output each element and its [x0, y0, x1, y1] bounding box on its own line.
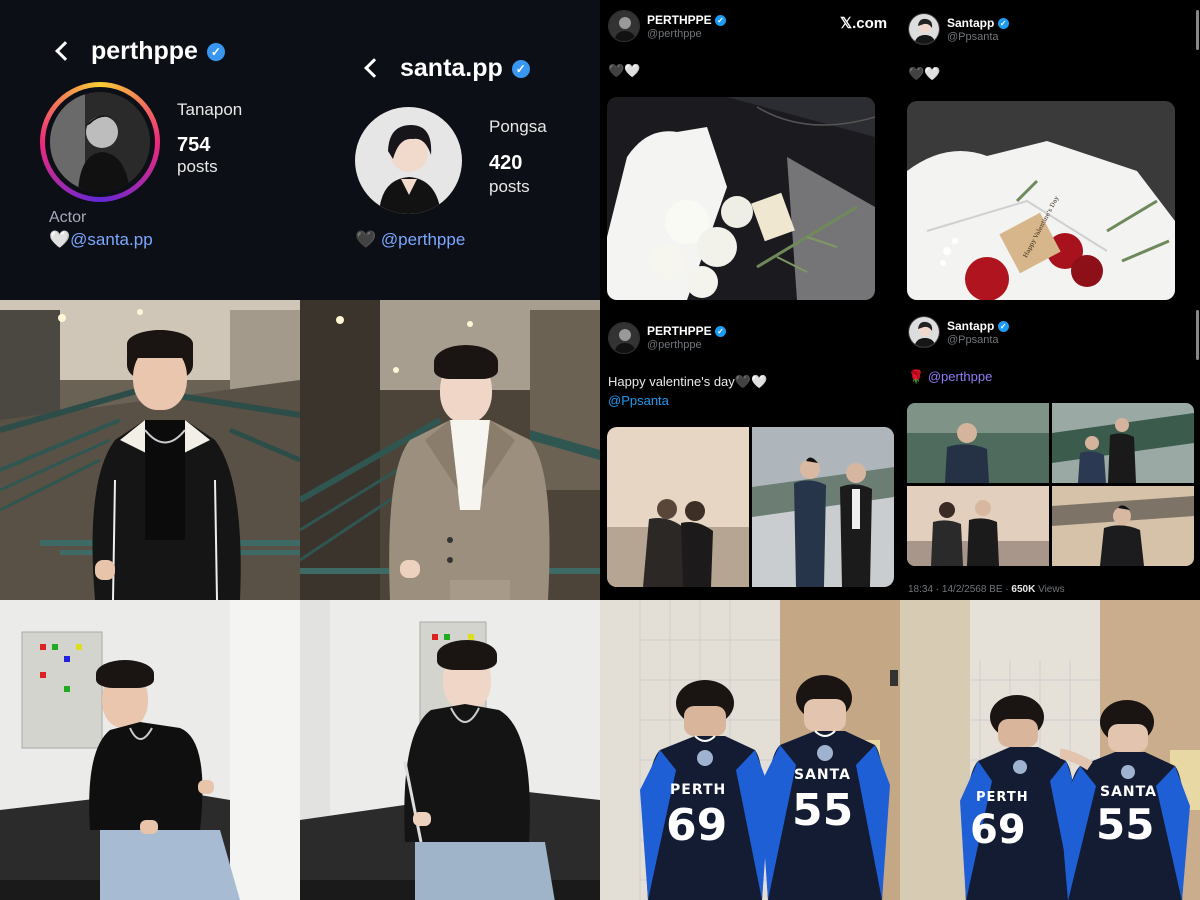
scrollbar[interactable]	[1196, 310, 1199, 360]
ig-profile-santapp: santa.pp ✓ Pongsa 420 posts 🖤 @perthppe	[300, 0, 600, 300]
person-perth	[80, 660, 250, 900]
jersey-name: PERTH	[976, 790, 1029, 805]
x-post-santapp: Santapp ✓ @Ppsanta 🖤🤍 Happy Valentine's …	[900, 0, 1200, 600]
handle: @Ppsanta	[947, 31, 999, 43]
person-santa-jersey: SANTA 55	[1060, 700, 1190, 900]
mention-link[interactable]: @Ppsanta	[608, 393, 669, 408]
profile-username: santa.pp ✓	[400, 54, 530, 83]
avatar[interactable]	[908, 316, 940, 348]
post-image-4[interactable]	[1052, 486, 1194, 566]
post-image-1[interactable]	[907, 403, 1049, 483]
bio-mention-line: 🖤 @perthppe	[355, 230, 465, 250]
jersey-number: 69	[970, 807, 1026, 853]
post-image-2[interactable]	[1052, 403, 1194, 483]
handle: @Ppsanta	[947, 334, 999, 346]
post-image-flowers[interactable]	[607, 97, 875, 300]
avatar[interactable]	[50, 92, 150, 192]
back-chevron-icon[interactable]	[364, 58, 384, 78]
person-perth	[75, 330, 255, 600]
mention-link[interactable]: @perthppe	[381, 230, 465, 249]
bio-text: Actor	[49, 209, 87, 226]
scrollbar[interactable]	[1196, 10, 1199, 50]
verified-badge-icon: ✓	[715, 326, 727, 338]
post-text: 🖤🤍	[908, 66, 941, 81]
full-name: Pongsa	[489, 117, 547, 136]
avatar[interactable]	[355, 107, 462, 214]
posts-count: 420	[489, 152, 523, 174]
posts-count: 754	[177, 134, 211, 156]
rose-icon: 🌹	[908, 369, 925, 384]
photo-perth-seated	[0, 600, 300, 900]
post-text: Happy valentine's day🖤🤍	[608, 374, 768, 389]
post-image-roses[interactable]: Happy Valentine's Day	[907, 101, 1175, 300]
verified-badge-icon: ✓	[715, 15, 727, 27]
verified-badge-icon: ✓	[511, 60, 530, 79]
handle: @perthppe	[647, 28, 702, 40]
verified-badge-icon: ✓	[997, 18, 1009, 30]
display-name: Santapp ✓	[947, 319, 1009, 333]
views-count: 650K	[1011, 584, 1036, 595]
avatar[interactable]	[608, 10, 640, 42]
jersey-number: 55	[792, 785, 854, 836]
mention-link[interactable]: @perthppe	[928, 369, 993, 384]
post-text: 🖤🤍	[608, 63, 641, 78]
verified-badge-icon: ✓	[206, 43, 225, 62]
display-name: Santapp ✓	[947, 16, 1009, 30]
ig-profile-perthppe: perthppe ✓ Tanapon 754 posts Actor 🤍@san…	[0, 0, 300, 300]
post-meta: 18:34 · 14/2/2568 BE · 650K Views	[908, 584, 1065, 595]
jersey-name: SANTA	[794, 767, 851, 783]
post-image-sunset[interactable]	[607, 427, 749, 587]
jersey-name: SANTA	[1100, 784, 1157, 800]
posts-label: posts	[489, 177, 530, 196]
back-chevron-icon[interactable]	[55, 41, 75, 61]
verified-badge-icon: ✓	[997, 321, 1009, 333]
post-text: 🌹 @perthppe	[908, 369, 992, 385]
photo-santa-mall	[300, 300, 600, 600]
full-name: Tanapon	[177, 100, 243, 119]
display-name: PERTHPPE ✓	[647, 324, 727, 338]
photo-perth-mall	[0, 300, 300, 600]
post-image-bridge[interactable]	[752, 427, 894, 587]
display-name: PERTHPPE ✓	[647, 13, 727, 27]
x-post-perthppe: PERTHPPE ✓ @perthppe 𝕏.com 🖤🤍 PERTHPPE ✓…	[600, 0, 900, 600]
avatar[interactable]	[908, 13, 940, 45]
photo-jerseys-back: PERTH 69 SANTA 55	[600, 600, 900, 900]
jersey-number: 55	[1096, 800, 1155, 849]
person-santa	[380, 345, 560, 600]
photo-santa-seated	[300, 600, 600, 900]
person-perth-jersey: PERTH 69	[640, 680, 770, 900]
mention-link[interactable]: @santa.pp	[70, 230, 152, 249]
post-image-3[interactable]	[907, 486, 1049, 566]
photo-jerseys-playful: PERTH 69 SANTA 55	[900, 600, 1200, 900]
profile-username: perthppe ✓	[91, 37, 225, 66]
person-santa-jersey: SANTA 55	[760, 675, 890, 900]
jersey-name: PERTH	[670, 782, 727, 798]
bio-mention-line: 🤍@santa.pp	[49, 230, 153, 250]
handle: @perthppe	[647, 339, 702, 351]
black-heart-icon: 🖤	[355, 230, 377, 249]
avatar[interactable]	[608, 322, 640, 354]
posts-label: posts	[177, 157, 218, 176]
x-logo-icon: 𝕏.com	[840, 15, 888, 32]
person-santa	[395, 640, 565, 900]
jersey-number: 69	[666, 800, 728, 851]
white-heart-icon: 🤍	[49, 230, 71, 249]
